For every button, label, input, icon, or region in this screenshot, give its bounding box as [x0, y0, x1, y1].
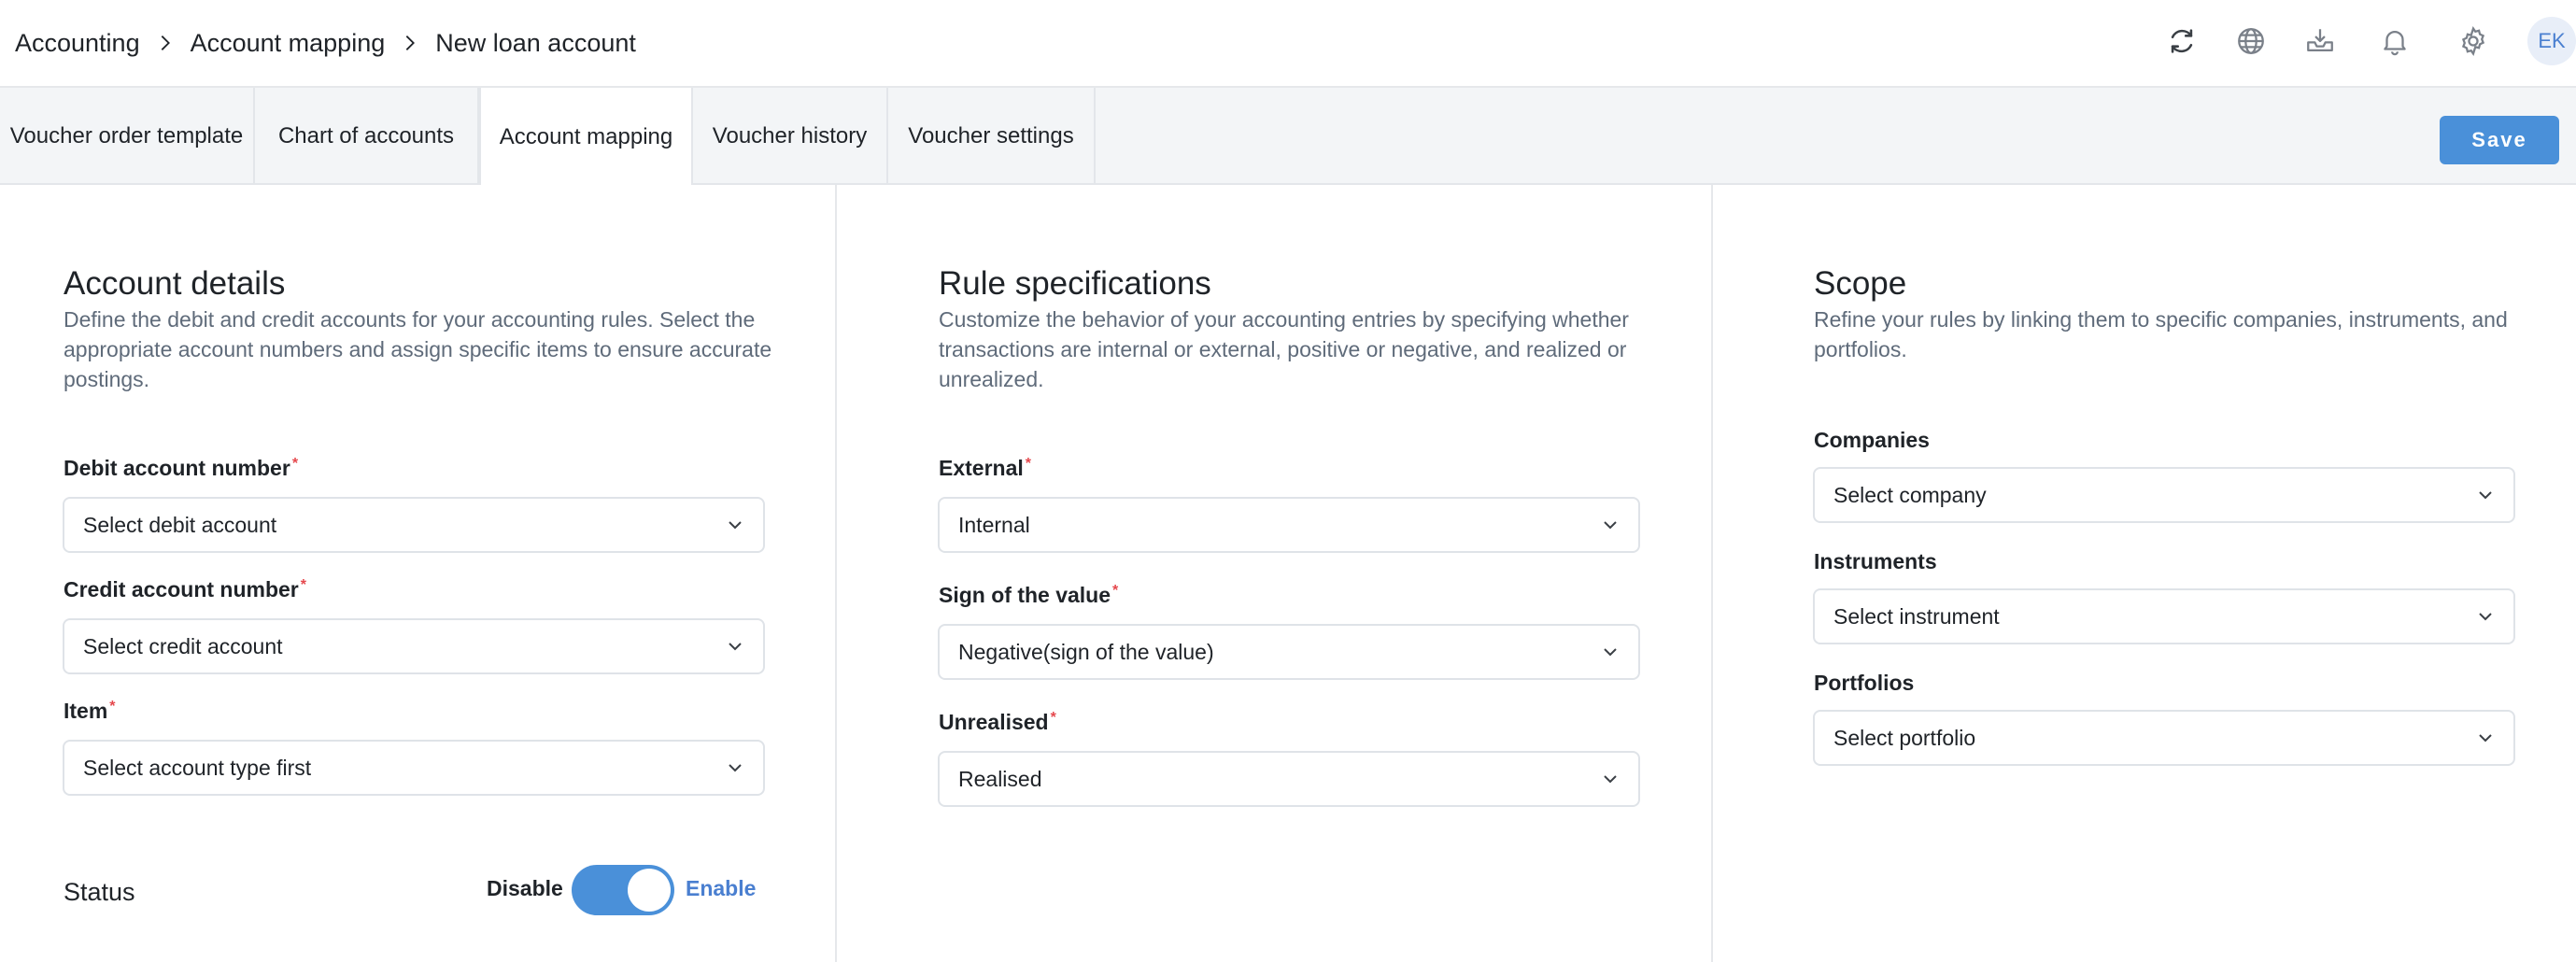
instruments-select[interactable]: Select instrument: [1813, 588, 2515, 644]
external-select[interactable]: Internal: [938, 497, 1640, 553]
unrealised-label: Unrealised *: [939, 710, 1056, 734]
required-marker: *: [291, 456, 299, 472]
chevron-down-icon: [2474, 605, 2497, 628]
select-value: Select company: [1833, 482, 1987, 507]
toggle-disable-label[interactable]: Disable: [487, 876, 563, 901]
tab-label: Voucher history: [712, 123, 868, 149]
instruments-label: Instruments: [1814, 549, 1937, 573]
tab-voucher-history[interactable]: Voucher history: [693, 88, 888, 185]
section-description: Refine your rules by linking them to spe…: [1814, 307, 2508, 361]
external-label: External *: [939, 456, 1031, 480]
section-description: Customize the behavior of your accountin…: [939, 307, 1629, 391]
section-description: Define the debit and credit accounts for…: [64, 307, 772, 391]
select-value: Select account type first: [83, 755, 312, 780]
debit-account-select[interactable]: Select debit account: [63, 497, 765, 553]
companies-select[interactable]: Select company: [1813, 467, 2515, 523]
select-value: Select debit account: [83, 512, 277, 537]
sign-of-value-select[interactable]: Negative(sign of the value): [938, 624, 1640, 680]
tab-chart-of-accounts[interactable]: Chart of accounts: [255, 88, 479, 185]
tab-label: Voucher order template: [9, 123, 244, 149]
rule-specifications-panel: Rule specifications Customize the behavi…: [837, 185, 1713, 962]
gear-icon[interactable]: [2455, 22, 2492, 60]
credit-account-label: Credit account number *: [64, 577, 306, 601]
top-bar: Accounting Account mapping New loan acco…: [0, 0, 2576, 88]
companies-label: Companies: [1814, 428, 1930, 452]
refresh-icon[interactable]: [2163, 22, 2201, 60]
bell-icon[interactable]: [2376, 22, 2413, 60]
portfolios-select[interactable]: Select portfolio: [1813, 710, 2515, 766]
item-label: Item *: [64, 699, 116, 723]
chevron-down-icon: [724, 757, 746, 779]
credit-account-select[interactable]: Select credit account: [63, 618, 765, 674]
globe-icon[interactable]: [2232, 22, 2270, 60]
debit-account-label: Debit account number *: [64, 456, 299, 480]
select-value: Select credit account: [83, 633, 283, 658]
chevron-down-icon: [2474, 484, 2497, 506]
chevron-down-icon: [1599, 514, 1621, 536]
tab-bar: Voucher order template Chart of accounts…: [0, 88, 2576, 187]
tab-label: Chart of accounts: [277, 123, 455, 149]
select-value: Internal: [958, 512, 1030, 537]
required-marker: *: [109, 699, 116, 714]
chevron-down-icon: [724, 514, 746, 536]
account-details-panel: Account details Define the debit and cre…: [0, 185, 837, 962]
breadcrumb: Accounting Account mapping New loan acco…: [15, 24, 636, 62]
chevron-down-icon: [2474, 727, 2497, 749]
avatar-initials: EK: [2538, 29, 2566, 52]
chevron-right-icon: [400, 33, 420, 53]
select-value: Negative(sign of the value): [958, 639, 1214, 664]
section-title-rule-specifications: Rule specifications: [939, 265, 1211, 302]
status-toggle[interactable]: [572, 865, 674, 915]
save-button[interactable]: Save: [2440, 116, 2559, 164]
tab-label: Account mapping: [499, 124, 673, 149]
avatar[interactable]: EK: [2527, 17, 2576, 65]
tab-voucher-order-template[interactable]: Voucher order template: [0, 88, 255, 185]
tab-label: Voucher settings: [908, 123, 1074, 149]
breadcrumb-item-accounting[interactable]: Accounting: [15, 29, 140, 58]
chevron-down-icon: [1599, 768, 1621, 790]
breadcrumb-item-account-mapping[interactable]: Account mapping: [191, 29, 386, 58]
section-title-scope: Scope: [1814, 265, 1907, 302]
scope-panel: Scope Refine your rules by linking them …: [1713, 185, 2576, 962]
header-actions: EK: [2146, 17, 2576, 65]
chevron-down-icon: [1599, 641, 1621, 663]
tab-voucher-settings[interactable]: Voucher settings: [888, 88, 1096, 185]
breadcrumb-item-current: New loan account: [435, 28, 636, 57]
chevron-right-icon: [155, 33, 176, 53]
required-marker: *: [1112, 583, 1119, 599]
unrealised-select[interactable]: Realised: [938, 751, 1640, 807]
chevron-down-icon: [724, 635, 746, 658]
inbox-download-icon[interactable]: [2301, 22, 2339, 60]
status-label: Status: [64, 878, 135, 906]
section-title-account-details: Account details: [64, 265, 286, 302]
toggle-knob: [628, 869, 671, 912]
item-select[interactable]: Select account type first: [63, 740, 765, 796]
select-value: Realised: [958, 766, 1042, 791]
tab-account-mapping[interactable]: Account mapping: [479, 88, 693, 187]
required-marker: *: [1050, 710, 1056, 726]
required-marker: *: [300, 577, 306, 593]
sign-of-value-label: Sign of the value *: [939, 583, 1119, 607]
select-value: Select instrument: [1833, 603, 2000, 629]
toggle-enable-label[interactable]: Enable: [686, 876, 756, 901]
required-marker: *: [1025, 456, 1031, 472]
select-value: Select portfolio: [1833, 725, 1976, 750]
portfolios-label: Portfolios: [1814, 671, 1915, 695]
